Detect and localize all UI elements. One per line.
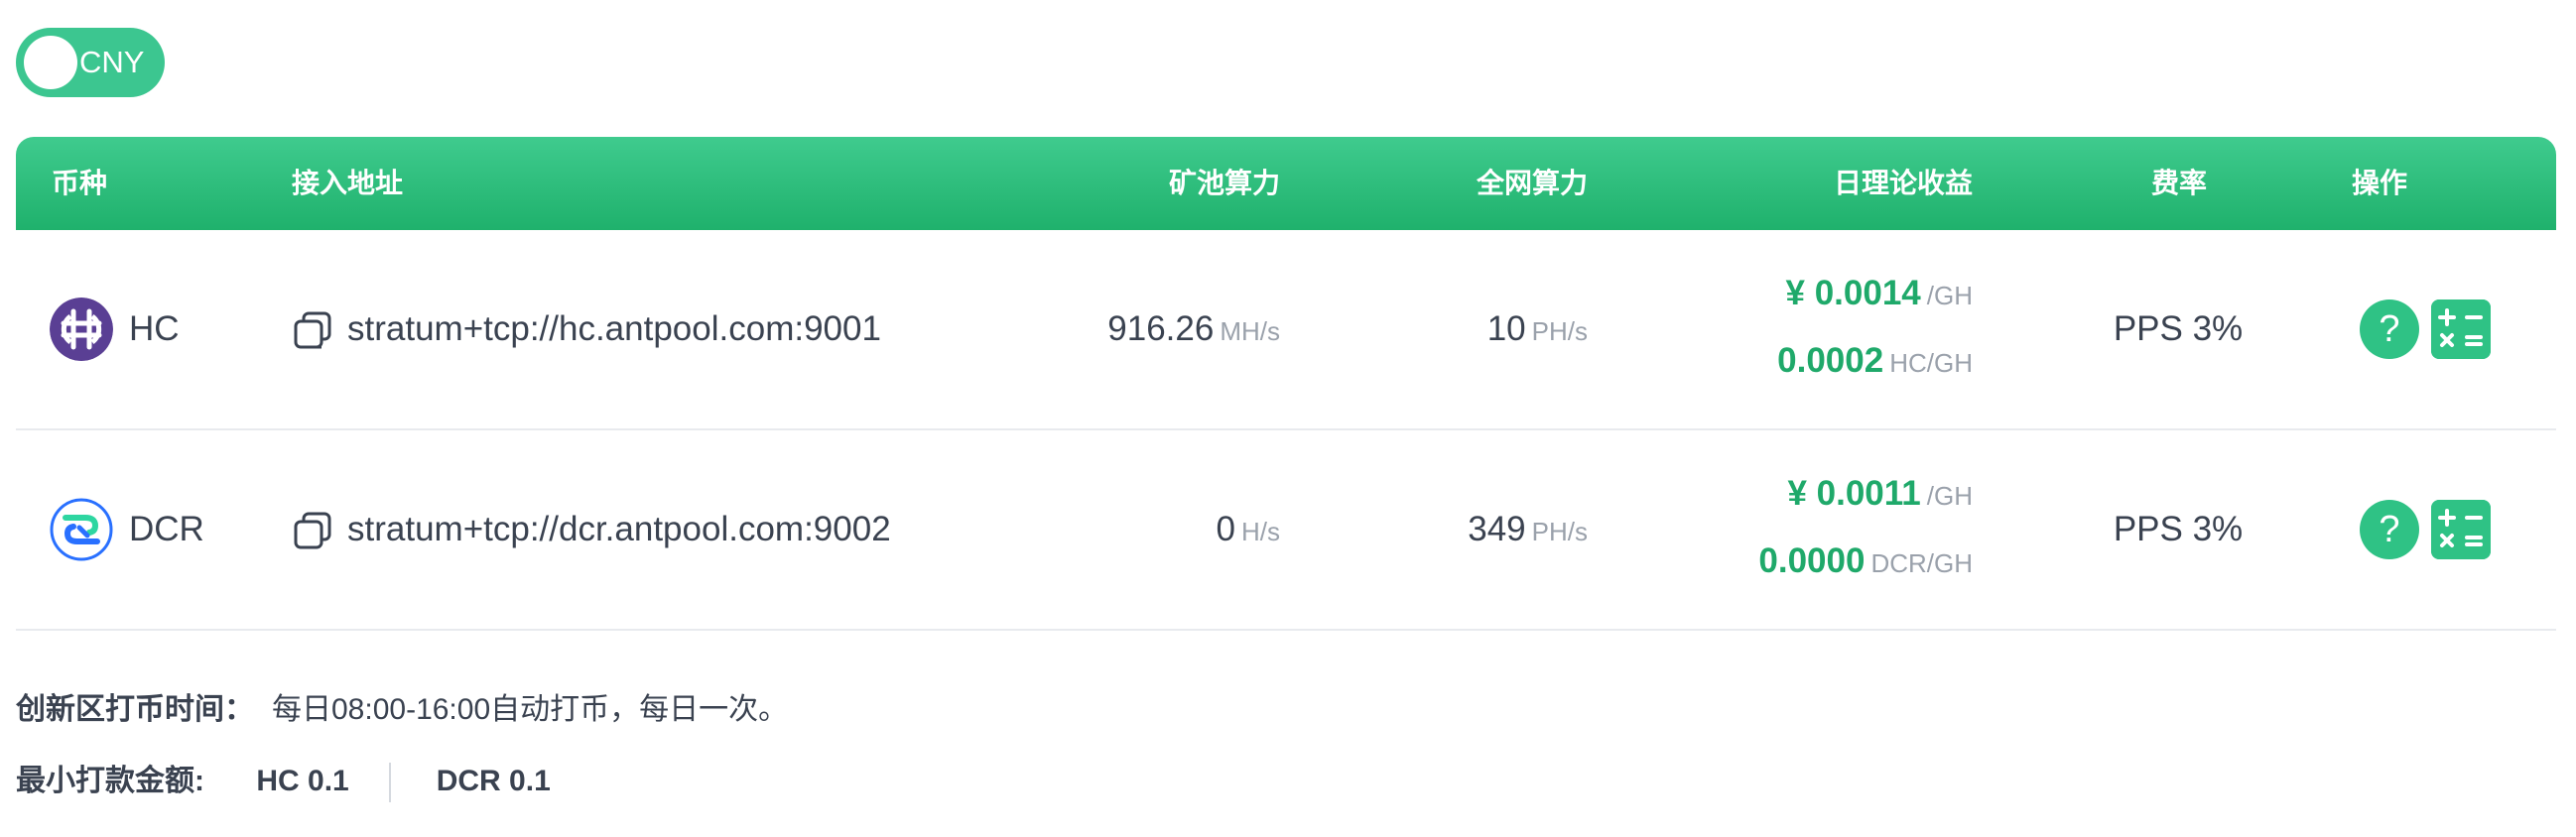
min-payout-label: 最小打款金额:: [16, 765, 204, 797]
coin-name: HC: [129, 309, 180, 348]
pool-hashrate-unit: MH/s: [1220, 316, 1280, 346]
income-cny-unit: /GH: [1926, 481, 1973, 511]
income-coin-unit: HC/GH: [1889, 348, 1973, 378]
payout-time-note: 创新区打币时间： 每日08:00-16:00自动打币，每日一次。: [16, 684, 788, 728]
payout-time-label: 创新区打币时间：: [16, 693, 254, 726]
income-coin-unit: DCR/GH: [1870, 548, 1973, 578]
table-row: HC stratum+tcp://hc.antpool.com:9001 916…: [16, 230, 2556, 430]
pool-table: 币种 接入地址 矿池算力 全网算力 日理论收益 费率 操作 HC stratum…: [16, 137, 2556, 631]
pool-hashrate: 0 H/s: [1217, 430, 1280, 629]
network-hashrate-value: 349: [1468, 510, 1526, 548]
income-coin-line: 0.0000 DCR/GH: [1576, 528, 1973, 595]
toggle-label: CNY: [79, 45, 145, 79]
header-coin: 币种: [52, 168, 108, 198]
copy-icon[interactable]: [292, 510, 333, 551]
pool-hashrate: 916.26 MH/s: [1107, 230, 1280, 428]
income-coin-value: 0.0002: [1777, 341, 1884, 380]
help-button[interactable]: ?: [2360, 500, 2419, 559]
fee-rate: PPS 3%: [2113, 309, 2244, 348]
income-coin-line: 0.0002 HC/GH: [1576, 327, 1973, 395]
income-cny-unit: /GH: [1926, 281, 1973, 310]
copy-icon[interactable]: [292, 309, 333, 351]
question-icon: ?: [2379, 308, 2400, 350]
daily-income: ¥ 0.0014/GH 0.0002 HC/GH: [1576, 260, 1973, 395]
table-header: 币种 接入地址 矿池算力 全网算力 日理论收益 费率 操作: [16, 137, 2556, 230]
income-cny-value: ¥ 0.0014: [1785, 274, 1921, 312]
calculator-icon[interactable]: [2431, 299, 2491, 359]
pool-hashrate-unit: H/s: [1241, 517, 1280, 546]
page: CNY 币种 接入地址 矿池算力 全网算力 日理论收益 费率 操作 HC str…: [0, 0, 2576, 837]
header-fee: 费率: [2151, 168, 2208, 198]
dcr-coin-icon: [50, 498, 113, 561]
payout-time-text: 每日08:00-16:00自动打币，每日一次。: [272, 693, 789, 726]
header-pool-hashrate: 矿池算力: [1168, 168, 1280, 198]
income-cny-line: ¥ 0.0011/GH: [1576, 460, 1973, 528]
income-coin-value: 0.0000: [1758, 541, 1866, 580]
min-payout-dcr: DCR 0.1: [436, 765, 551, 797]
fee-rate: PPS 3%: [2113, 510, 2244, 548]
calculator-icon[interactable]: [2431, 500, 2491, 559]
network-hashrate: 10 PH/s: [1487, 230, 1588, 428]
currency-toggle[interactable]: CNY: [16, 28, 165, 97]
help-button[interactable]: ?: [2360, 299, 2419, 359]
daily-income: ¥ 0.0011/GH 0.0000 DCR/GH: [1576, 460, 1973, 595]
stratum-address[interactable]: stratum+tcp://dcr.antpool.com:9002: [347, 430, 891, 629]
network-hashrate: 349 PH/s: [1468, 430, 1588, 629]
divider: [388, 763, 391, 803]
header-action: 操作: [2352, 168, 2408, 198]
min-payout-hc: HC 0.1: [256, 765, 349, 797]
pool-hashrate-value: 916.26: [1107, 309, 1215, 348]
table-row: DCR stratum+tcp://dcr.antpool.com:9002 0…: [16, 430, 2556, 631]
network-hashrate-value: 10: [1486, 309, 1526, 348]
min-payout-note: 最小打款金额: HC 0.1 DCR 0.1: [16, 756, 551, 803]
question-icon: ?: [2379, 509, 2400, 550]
hc-coin-icon: [50, 298, 113, 361]
coin-name: DCR: [129, 510, 204, 548]
toggle-knob[interactable]: [24, 36, 77, 89]
income-cny-value: ¥ 0.0011: [1787, 474, 1921, 513]
stratum-address[interactable]: stratum+tcp://hc.antpool.com:9001: [347, 230, 881, 428]
income-cny-line: ¥ 0.0014/GH: [1576, 260, 1973, 327]
header-daily-income: 日理论收益: [1833, 168, 1973, 198]
pool-hashrate-value: 0: [1216, 510, 1235, 548]
header-network-hashrate: 全网算力: [1476, 168, 1588, 198]
header-address: 接入地址: [292, 168, 404, 198]
